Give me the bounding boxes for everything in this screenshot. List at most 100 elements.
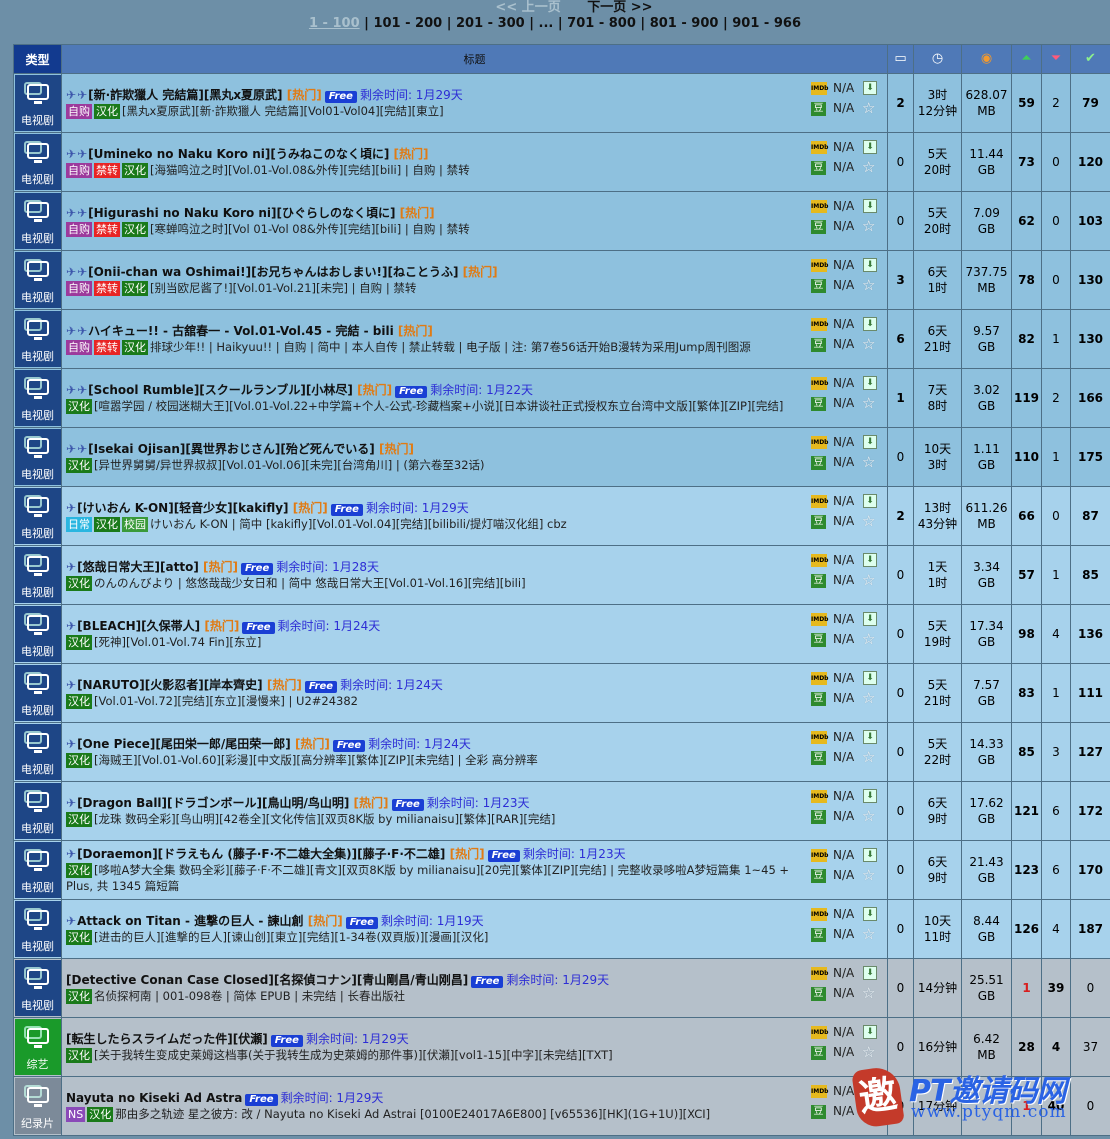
- torrent-title-link[interactable]: [Onii-chan wa Oshimai!][お兄ちゃんはおしまい!][ねこと…: [88, 265, 458, 279]
- bookmark-star-icon[interactable]: ☆: [862, 748, 875, 766]
- torrent-title-link[interactable]: [BLEACH][久保帯人]: [77, 619, 200, 633]
- bookmark-star-icon[interactable]: ☆: [862, 571, 875, 589]
- bookmark-star-icon[interactable]: ☆: [862, 453, 875, 471]
- category-badge[interactable]: 电视剧: [14, 429, 61, 485]
- leechers-count[interactable]: 2: [1041, 368, 1071, 428]
- download-icon[interactable]: ⬇: [863, 553, 877, 567]
- completed-count[interactable]: 87: [1070, 486, 1110, 546]
- torrent-title-link[interactable]: [Dragon Ball][ドラゴンボール][鳥山明/鸟山明]: [77, 796, 349, 810]
- download-icon[interactable]: ⬇: [863, 907, 877, 921]
- leechers-count[interactable]: 1: [1041, 309, 1071, 369]
- comments-count[interactable]: 0: [887, 781, 914, 841]
- torrent-title-link[interactable]: Attack on Titan - 進撃の巨人 - 諫山創: [77, 914, 303, 928]
- category-cell[interactable]: 电视剧: [13, 545, 62, 605]
- completed-count[interactable]: 187: [1070, 899, 1110, 959]
- seeders-count[interactable]: 1: [1011, 958, 1042, 1018]
- torrent-title-link[interactable]: [One Piece][尾田栄一郎/尾田荣一郎]: [77, 737, 291, 751]
- comments-count[interactable]: 3: [887, 250, 914, 310]
- completed-count[interactable]: 130: [1070, 309, 1110, 369]
- seeders-count[interactable]: 59: [1011, 73, 1042, 133]
- leechers-count[interactable]: 39: [1041, 958, 1071, 1018]
- category-cell[interactable]: 电视剧: [13, 368, 62, 428]
- category-cell[interactable]: 电视剧: [13, 722, 62, 782]
- comments-count[interactable]: 0: [887, 191, 914, 251]
- category-badge[interactable]: 电视剧: [14, 311, 61, 367]
- comments-count[interactable]: 2: [887, 73, 914, 133]
- torrent-title-link[interactable]: [School Rumble][スクールランブル][小林尽]: [88, 383, 353, 397]
- download-icon[interactable]: ⬇: [863, 730, 877, 744]
- comments-count[interactable]: 0: [887, 132, 914, 192]
- category-cell[interactable]: 电视剧: [13, 250, 62, 310]
- bookmark-star-icon[interactable]: ☆: [862, 512, 875, 530]
- category-cell[interactable]: 电视剧: [13, 663, 62, 723]
- torrent-title-link[interactable]: ハイキュー!! - 古舘春一 - Vol.01-Vol.45 - 完結 - bi…: [88, 324, 394, 338]
- leechers-header[interactable]: ⏷: [1041, 44, 1071, 74]
- download-icon[interactable]: ⬇: [863, 317, 877, 331]
- page-link[interactable]: ...: [539, 16, 554, 31]
- prev-page-link[interactable]: << 上一页: [495, 0, 560, 15]
- download-icon[interactable]: ⬇: [863, 966, 877, 980]
- category-badge[interactable]: 纪录片: [14, 1078, 61, 1134]
- torrent-title-link[interactable]: [Doraemon][ドラえもん (藤子·F·不二雄大全集)][藤子·F·不二雄…: [77, 847, 445, 861]
- category-badge[interactable]: 电视剧: [14, 488, 61, 544]
- bookmark-star-icon[interactable]: ☆: [862, 217, 875, 235]
- seeders-count[interactable]: 119: [1011, 368, 1042, 428]
- category-badge[interactable]: 电视剧: [14, 901, 61, 957]
- completed-count[interactable]: 85: [1070, 545, 1110, 605]
- category-badge[interactable]: 电视剧: [14, 193, 61, 249]
- seeders-count[interactable]: 123: [1011, 840, 1042, 900]
- comments-count[interactable]: 0: [887, 604, 914, 664]
- category-badge[interactable]: 电视剧: [14, 842, 61, 898]
- leechers-count[interactable]: 1: [1041, 427, 1071, 487]
- next-page-link[interactable]: 下一页 >>: [587, 0, 652, 15]
- completed-count[interactable]: 79: [1070, 73, 1110, 133]
- completed-count[interactable]: 0: [1070, 958, 1110, 1018]
- download-icon[interactable]: ⬇: [863, 671, 877, 685]
- title-header[interactable]: 标题: [61, 44, 888, 74]
- leechers-count[interactable]: 0: [1041, 250, 1071, 310]
- page-link-current[interactable]: 1 - 100: [309, 16, 360, 31]
- seeders-header[interactable]: ⏶: [1011, 44, 1042, 74]
- completed-count[interactable]: 127: [1070, 722, 1110, 782]
- download-icon[interactable]: ⬇: [863, 81, 877, 95]
- download-icon[interactable]: ⬇: [863, 789, 877, 803]
- leechers-count[interactable]: 1: [1041, 663, 1071, 723]
- leechers-count[interactable]: 2: [1041, 73, 1071, 133]
- category-badge[interactable]: 电视剧: [14, 606, 61, 662]
- time-header[interactable]: ◷: [913, 44, 962, 74]
- bookmark-star-icon[interactable]: ☆: [862, 689, 875, 707]
- torrent-title-link[interactable]: [転生したらスライムだった件][伏瀬]: [66, 1032, 268, 1046]
- seeders-count[interactable]: 85: [1011, 722, 1042, 782]
- category-badge[interactable]: 综艺: [14, 1019, 61, 1075]
- category-cell[interactable]: 电视剧: [13, 191, 62, 251]
- category-badge[interactable]: 电视剧: [14, 724, 61, 780]
- download-icon[interactable]: ⬇: [863, 376, 877, 390]
- completed-count[interactable]: 175: [1070, 427, 1110, 487]
- comments-count[interactable]: 6: [887, 309, 914, 369]
- completed-count[interactable]: 136: [1070, 604, 1110, 664]
- seeders-count[interactable]: 121: [1011, 781, 1042, 841]
- torrent-title-link[interactable]: [NARUTO][火影忍者][岸本齊史]: [77, 678, 263, 692]
- download-icon[interactable]: ⬇: [863, 199, 877, 213]
- bookmark-star-icon[interactable]: ☆: [862, 158, 875, 176]
- comments-count[interactable]: 0: [887, 958, 914, 1018]
- leechers-count[interactable]: 0: [1041, 191, 1071, 251]
- completed-count[interactable]: 170: [1070, 840, 1110, 900]
- seeders-count[interactable]: 98: [1011, 604, 1042, 664]
- bookmark-star-icon[interactable]: ☆: [862, 276, 875, 294]
- comments-count[interactable]: 0: [887, 427, 914, 487]
- bookmark-star-icon[interactable]: ☆: [862, 335, 875, 353]
- torrent-title-link[interactable]: [けいおん K-ON][轻音少女][kakifly]: [77, 501, 288, 515]
- comments-count[interactable]: 2: [887, 486, 914, 546]
- comments-count[interactable]: 0: [887, 663, 914, 723]
- bookmark-star-icon[interactable]: ☆: [862, 630, 875, 648]
- seeders-count[interactable]: 126: [1011, 899, 1042, 959]
- seeders-count[interactable]: 78: [1011, 250, 1042, 310]
- leechers-count[interactable]: 4: [1041, 899, 1071, 959]
- seeders-count[interactable]: 73: [1011, 132, 1042, 192]
- seeders-count[interactable]: 110: [1011, 427, 1042, 487]
- category-badge[interactable]: 电视剧: [14, 783, 61, 839]
- category-cell[interactable]: 电视剧: [13, 73, 62, 133]
- category-cell[interactable]: 电视剧: [13, 840, 62, 900]
- category-cell[interactable]: 纪录片: [13, 1076, 62, 1136]
